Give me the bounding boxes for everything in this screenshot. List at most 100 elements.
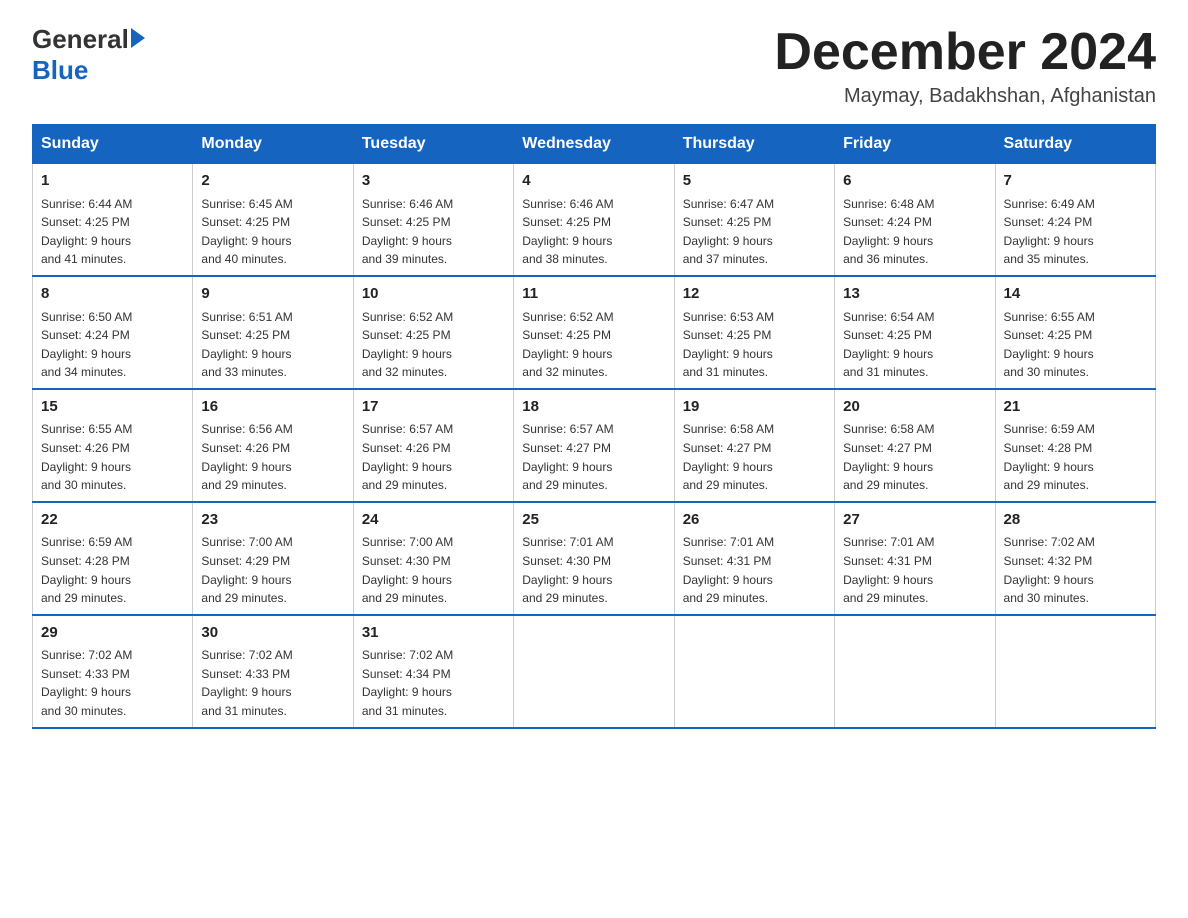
day-info: Sunrise: 6:54 AM Sunset: 4:25 PM Dayligh… (843, 308, 986, 382)
table-row: 19 Sunrise: 6:58 AM Sunset: 4:27 PM Dayl… (674, 389, 834, 502)
logo-triangle-icon (131, 28, 145, 48)
day-info: Sunrise: 6:58 AM Sunset: 4:27 PM Dayligh… (843, 420, 986, 494)
table-row: 24 Sunrise: 7:00 AM Sunset: 4:30 PM Dayl… (353, 502, 513, 615)
table-row: 17 Sunrise: 6:57 AM Sunset: 4:26 PM Dayl… (353, 389, 513, 502)
table-row (674, 615, 834, 728)
day-number: 2 (201, 170, 344, 193)
table-row: 18 Sunrise: 6:57 AM Sunset: 4:27 PM Dayl… (514, 389, 674, 502)
day-info: Sunrise: 7:02 AM Sunset: 4:33 PM Dayligh… (41, 646, 184, 720)
day-info: Sunrise: 6:56 AM Sunset: 4:26 PM Dayligh… (201, 420, 344, 494)
day-info: Sunrise: 6:59 AM Sunset: 4:28 PM Dayligh… (41, 533, 184, 607)
table-row: 7 Sunrise: 6:49 AM Sunset: 4:24 PM Dayli… (995, 164, 1155, 276)
day-number: 19 (683, 396, 826, 419)
table-row: 3 Sunrise: 6:46 AM Sunset: 4:25 PM Dayli… (353, 164, 513, 276)
table-row: 21 Sunrise: 6:59 AM Sunset: 4:28 PM Dayl… (995, 389, 1155, 502)
day-info: Sunrise: 7:02 AM Sunset: 4:34 PM Dayligh… (362, 646, 505, 720)
table-row: 13 Sunrise: 6:54 AM Sunset: 4:25 PM Dayl… (835, 276, 995, 389)
day-info: Sunrise: 6:55 AM Sunset: 4:25 PM Dayligh… (1004, 308, 1147, 382)
day-number: 29 (41, 622, 184, 645)
day-info: Sunrise: 6:59 AM Sunset: 4:28 PM Dayligh… (1004, 420, 1147, 494)
calendar-week-row: 22 Sunrise: 6:59 AM Sunset: 4:28 PM Dayl… (33, 502, 1156, 615)
day-number: 27 (843, 509, 986, 532)
calendar-week-row: 15 Sunrise: 6:55 AM Sunset: 4:26 PM Dayl… (33, 389, 1156, 502)
table-row: 29 Sunrise: 7:02 AM Sunset: 4:33 PM Dayl… (33, 615, 193, 728)
table-row: 1 Sunrise: 6:44 AM Sunset: 4:25 PM Dayli… (33, 164, 193, 276)
table-row: 16 Sunrise: 6:56 AM Sunset: 4:26 PM Dayl… (193, 389, 353, 502)
day-info: Sunrise: 6:52 AM Sunset: 4:25 PM Dayligh… (522, 308, 665, 382)
day-number: 16 (201, 396, 344, 419)
table-row: 12 Sunrise: 6:53 AM Sunset: 4:25 PM Dayl… (674, 276, 834, 389)
logo: General Blue (32, 24, 145, 86)
table-row (835, 615, 995, 728)
day-number: 30 (201, 622, 344, 645)
day-number: 3 (362, 170, 505, 193)
day-number: 17 (362, 396, 505, 419)
day-number: 25 (522, 509, 665, 532)
day-number: 6 (843, 170, 986, 193)
day-info: Sunrise: 6:48 AM Sunset: 4:24 PM Dayligh… (843, 195, 986, 269)
day-info: Sunrise: 6:55 AM Sunset: 4:26 PM Dayligh… (41, 420, 184, 494)
day-info: Sunrise: 7:01 AM Sunset: 4:31 PM Dayligh… (683, 533, 826, 607)
day-info: Sunrise: 6:49 AM Sunset: 4:24 PM Dayligh… (1004, 195, 1147, 269)
table-row: 11 Sunrise: 6:52 AM Sunset: 4:25 PM Dayl… (514, 276, 674, 389)
day-info: Sunrise: 6:58 AM Sunset: 4:27 PM Dayligh… (683, 420, 826, 494)
table-row: 20 Sunrise: 6:58 AM Sunset: 4:27 PM Dayl… (835, 389, 995, 502)
table-row: 15 Sunrise: 6:55 AM Sunset: 4:26 PM Dayl… (33, 389, 193, 502)
header-tuesday: Tuesday (353, 125, 513, 164)
day-number: 15 (41, 396, 184, 419)
day-number: 20 (843, 396, 986, 419)
day-info: Sunrise: 6:46 AM Sunset: 4:25 PM Dayligh… (362, 195, 505, 269)
table-row: 2 Sunrise: 6:45 AM Sunset: 4:25 PM Dayli… (193, 164, 353, 276)
day-number: 7 (1004, 170, 1147, 193)
day-number: 5 (683, 170, 826, 193)
logo-blue: Blue (32, 55, 88, 86)
day-info: Sunrise: 6:44 AM Sunset: 4:25 PM Dayligh… (41, 195, 184, 269)
day-number: 9 (201, 283, 344, 306)
day-info: Sunrise: 7:00 AM Sunset: 4:29 PM Dayligh… (201, 533, 344, 607)
day-number: 14 (1004, 283, 1147, 306)
day-number: 24 (362, 509, 505, 532)
location: Maymay, Badakhshan, Afghanistan (774, 85, 1156, 108)
day-number: 1 (41, 170, 184, 193)
day-number: 31 (362, 622, 505, 645)
day-info: Sunrise: 7:01 AM Sunset: 4:30 PM Dayligh… (522, 533, 665, 607)
table-row (514, 615, 674, 728)
logo-general: General (32, 24, 129, 55)
day-info: Sunrise: 6:52 AM Sunset: 4:25 PM Dayligh… (362, 308, 505, 382)
day-number: 12 (683, 283, 826, 306)
day-info: Sunrise: 6:57 AM Sunset: 4:26 PM Dayligh… (362, 420, 505, 494)
day-info: Sunrise: 6:47 AM Sunset: 4:25 PM Dayligh… (683, 195, 826, 269)
day-number: 13 (843, 283, 986, 306)
day-info: Sunrise: 6:57 AM Sunset: 4:27 PM Dayligh… (522, 420, 665, 494)
table-row: 5 Sunrise: 6:47 AM Sunset: 4:25 PM Dayli… (674, 164, 834, 276)
table-row: 8 Sunrise: 6:50 AM Sunset: 4:24 PM Dayli… (33, 276, 193, 389)
table-row: 26 Sunrise: 7:01 AM Sunset: 4:31 PM Dayl… (674, 502, 834, 615)
calendar-week-row: 8 Sunrise: 6:50 AM Sunset: 4:24 PM Dayli… (33, 276, 1156, 389)
day-number: 26 (683, 509, 826, 532)
header-saturday: Saturday (995, 125, 1155, 164)
day-number: 4 (522, 170, 665, 193)
day-info: Sunrise: 7:00 AM Sunset: 4:30 PM Dayligh… (362, 533, 505, 607)
day-info: Sunrise: 6:53 AM Sunset: 4:25 PM Dayligh… (683, 308, 826, 382)
day-number: 28 (1004, 509, 1147, 532)
table-row: 31 Sunrise: 7:02 AM Sunset: 4:34 PM Dayl… (353, 615, 513, 728)
table-row: 28 Sunrise: 7:02 AM Sunset: 4:32 PM Dayl… (995, 502, 1155, 615)
table-row: 27 Sunrise: 7:01 AM Sunset: 4:31 PM Dayl… (835, 502, 995, 615)
day-number: 8 (41, 283, 184, 306)
table-row: 10 Sunrise: 6:52 AM Sunset: 4:25 PM Dayl… (353, 276, 513, 389)
day-info: Sunrise: 6:46 AM Sunset: 4:25 PM Dayligh… (522, 195, 665, 269)
day-number: 22 (41, 509, 184, 532)
day-info: Sunrise: 6:45 AM Sunset: 4:25 PM Dayligh… (201, 195, 344, 269)
table-row: 30 Sunrise: 7:02 AM Sunset: 4:33 PM Dayl… (193, 615, 353, 728)
day-number: 21 (1004, 396, 1147, 419)
table-row: 4 Sunrise: 6:46 AM Sunset: 4:25 PM Dayli… (514, 164, 674, 276)
table-row: 25 Sunrise: 7:01 AM Sunset: 4:30 PM Dayl… (514, 502, 674, 615)
header-monday: Monday (193, 125, 353, 164)
header-sunday: Sunday (33, 125, 193, 164)
day-info: Sunrise: 7:01 AM Sunset: 4:31 PM Dayligh… (843, 533, 986, 607)
day-number: 23 (201, 509, 344, 532)
table-row (995, 615, 1155, 728)
table-row: 22 Sunrise: 6:59 AM Sunset: 4:28 PM Dayl… (33, 502, 193, 615)
calendar-week-row: 1 Sunrise: 6:44 AM Sunset: 4:25 PM Dayli… (33, 164, 1156, 276)
day-info: Sunrise: 7:02 AM Sunset: 4:32 PM Dayligh… (1004, 533, 1147, 607)
